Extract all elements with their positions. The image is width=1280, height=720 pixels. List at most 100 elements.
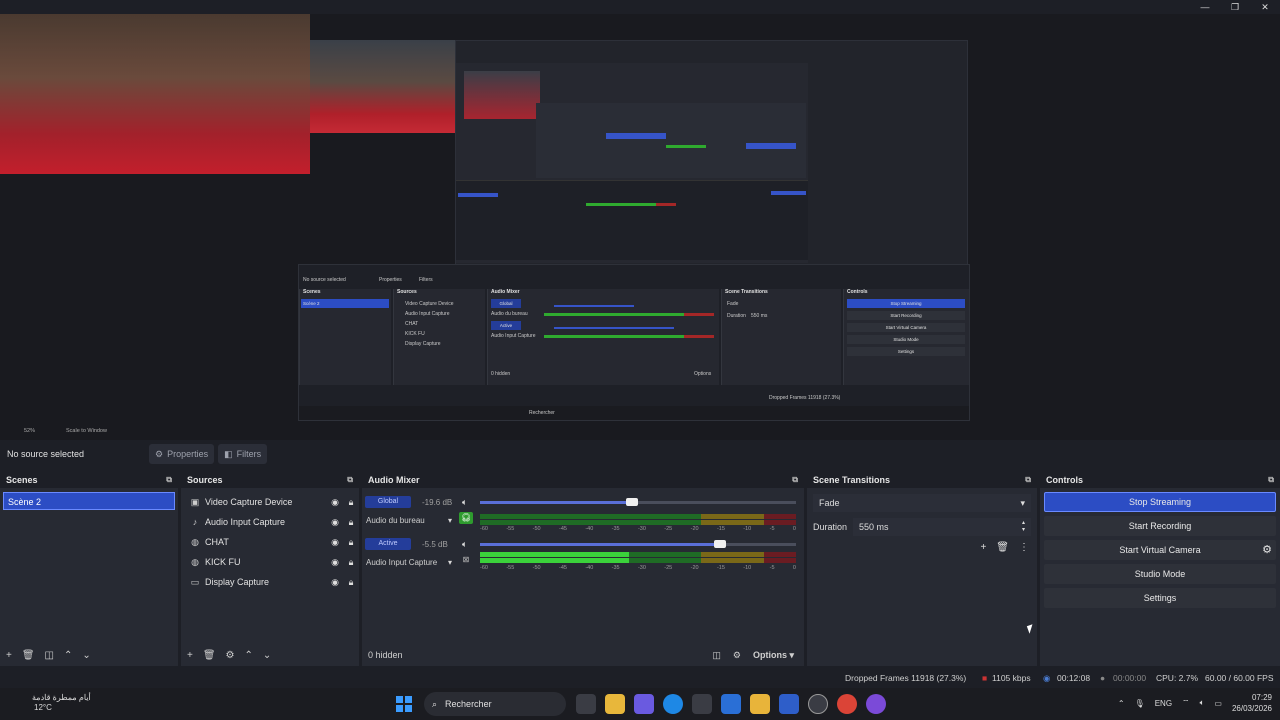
source-row[interactable]: ◍ CHAT ◉ 🔒︎ bbox=[181, 532, 359, 552]
meter-tick: -35 bbox=[611, 526, 620, 532]
move-up-icon[interactable]: ⌃ bbox=[64, 650, 72, 661]
maximize-button[interactable]: ❐ bbox=[1220, 0, 1250, 14]
fps: 60.00 / 60.00 FPS bbox=[1205, 673, 1274, 683]
chrome-icon[interactable] bbox=[837, 694, 857, 714]
start-virtual-camera-button[interactable]: Start Virtual Camera ⚙ bbox=[1044, 540, 1276, 560]
battery-icon[interactable]: ▭ bbox=[1214, 699, 1222, 708]
taskbar-search[interactable]: ⌕ Rechercher bbox=[424, 692, 566, 716]
duration-field: Duration 550 ms ▴ ▾ bbox=[813, 518, 1031, 536]
gear-icon[interactable]: ⚙ bbox=[733, 650, 741, 661]
move-down-icon[interactable]: ⌄ bbox=[263, 650, 271, 661]
more-icon[interactable]: ⋮ bbox=[1019, 542, 1029, 553]
trash-icon[interactable]: 🗑 bbox=[22, 650, 35, 661]
embedded-search: Rechercher bbox=[529, 410, 555, 416]
scale-mode[interactable]: Scale to Window bbox=[66, 428, 107, 434]
trash-icon[interactable]: 🗑 bbox=[996, 542, 1009, 553]
add-icon[interactable]: + bbox=[6, 650, 12, 661]
move-down-icon[interactable]: ⌄ bbox=[82, 650, 90, 661]
filters-button[interactable]: ◧ Filters bbox=[218, 444, 268, 464]
weather-widget[interactable]: أيام ممطرة قادمة 12°C bbox=[14, 693, 91, 713]
scene-transitions-dock: Scene Transitions ⧉ Fade ▾ Duration 550 ms… bbox=[807, 472, 1037, 666]
eye-icon[interactable]: ◉ bbox=[327, 577, 343, 588]
mixer-pill[interactable]: Active bbox=[365, 538, 411, 550]
obs-icon[interactable] bbox=[808, 694, 828, 714]
volume-icon[interactable]: 🔈︎ bbox=[1200, 698, 1205, 708]
eye-icon[interactable]: ◉ bbox=[327, 557, 343, 568]
lock-icon[interactable]: 🔒︎ bbox=[343, 537, 359, 548]
popout-icon[interactable]: ⧉ bbox=[347, 475, 353, 485]
preview-canvas[interactable]: No source selected Properties Filters Sc… bbox=[0, 14, 1280, 440]
eye-icon[interactable]: ◉ bbox=[327, 497, 343, 508]
minimize-button[interactable]: — bbox=[1190, 0, 1220, 14]
embedded-scenes-title: Scenes bbox=[303, 289, 321, 295]
studio-mode-button[interactable]: Studio Mode bbox=[1044, 564, 1276, 584]
settings-button[interactable]: Settings bbox=[1044, 588, 1276, 608]
zoom-level[interactable]: 52% bbox=[24, 428, 35, 434]
meter-tick: -30 bbox=[637, 526, 646, 532]
lock-icon[interactable]: 🔒︎ bbox=[343, 497, 359, 508]
volume-fader[interactable] bbox=[480, 540, 796, 548]
filter-icon[interactable]: ◫ bbox=[45, 650, 54, 661]
duration-label: Duration bbox=[813, 522, 848, 532]
eye-icon[interactable]: ◉ bbox=[327, 537, 343, 548]
duration-input[interactable]: 550 ms ▴ ▾ bbox=[853, 518, 1031, 536]
popout-icon[interactable]: ⧉ bbox=[1268, 475, 1274, 485]
volume-fader[interactable] bbox=[480, 498, 796, 506]
lock-icon[interactable]: 🔒︎ bbox=[343, 517, 359, 528]
embedded-options: Options bbox=[694, 371, 712, 377]
popout-icon[interactable]: ⧉ bbox=[792, 475, 798, 485]
clock[interactable]: 07:29 26/03/2026 bbox=[1232, 692, 1272, 714]
split-icon[interactable]: ◫ bbox=[712, 650, 721, 661]
copilot-icon[interactable] bbox=[634, 694, 654, 714]
lock-icon[interactable]: 🔒︎ bbox=[343, 577, 359, 588]
headphones-icon[interactable]: 🎧︎ bbox=[459, 512, 473, 524]
embedded-hidden: 0 hidden bbox=[491, 371, 511, 377]
move-up-icon[interactable]: ⌃ bbox=[245, 650, 253, 661]
embedded-source: CHAT bbox=[405, 321, 419, 327]
source-row[interactable]: ♪ Audio Input Capture ◉ 🔒︎ bbox=[181, 512, 359, 532]
task-view-icon[interactable] bbox=[576, 694, 596, 714]
trash-icon[interactable]: 🗑 bbox=[203, 650, 216, 661]
meter-tick: -55 bbox=[506, 526, 515, 532]
gear-icon[interactable]: ⚙ bbox=[1262, 543, 1272, 556]
windows-start-icon[interactable] bbox=[396, 696, 412, 712]
close-button[interactable]: ✕ bbox=[1250, 0, 1280, 14]
wifi-icon[interactable]: ⌔ bbox=[1182, 698, 1190, 708]
source-row[interactable]: ▭ Display Capture ◉ 🔒︎ bbox=[181, 572, 359, 592]
options-menu[interactable]: Options ▾ bbox=[753, 650, 794, 661]
file-explorer-icon[interactable] bbox=[605, 694, 625, 714]
source-row[interactable]: ▣ Video Capture Device ◉ 🔒︎ bbox=[181, 492, 359, 512]
dropped-frames: Dropped Frames 11918 (27.3%) bbox=[845, 673, 967, 683]
source-row[interactable]: ◍ KICK FU ◉ 🔒︎ bbox=[181, 552, 359, 572]
scene-item[interactable]: Scène 2 bbox=[3, 492, 175, 510]
speaker-icon[interactable]: 🔈︎ bbox=[462, 497, 467, 508]
outlook-icon[interactable] bbox=[779, 694, 799, 714]
start-recording-button[interactable]: Start Recording bbox=[1044, 516, 1276, 536]
transition-select[interactable]: Fade ▾ bbox=[813, 494, 1031, 512]
embedded-duration-label: Duration bbox=[727, 313, 746, 319]
chevron-down-icon[interactable]: ▾ bbox=[448, 516, 452, 525]
chevron-up-icon[interactable]: ⌃ bbox=[1118, 699, 1125, 708]
language-indicator[interactable]: ENG bbox=[1155, 699, 1172, 708]
add-icon[interactable]: + bbox=[980, 542, 986, 553]
add-icon[interactable]: + bbox=[187, 650, 193, 661]
mixer-pill[interactable]: Global bbox=[365, 496, 411, 508]
popout-icon[interactable]: ⧉ bbox=[166, 475, 172, 485]
headphones-off-icon[interactable]: ⊠ bbox=[459, 554, 473, 566]
microphone-icon[interactable]: 🎙︎ bbox=[1135, 699, 1145, 708]
system-tray: ⌃ 🎙︎ ENG ⌔ 🔈︎ ▭ 07:29 26/03/2026 bbox=[1118, 692, 1272, 714]
lock-icon[interactable]: 🔒︎ bbox=[343, 557, 359, 568]
edge-icon[interactable] bbox=[663, 694, 683, 714]
speaker-icon[interactable]: 🔈︎ bbox=[462, 539, 467, 550]
chevron-down-icon[interactable]: ▾ bbox=[448, 558, 452, 567]
app-icon[interactable] bbox=[866, 694, 886, 714]
gear-icon[interactable]: ⚙ bbox=[226, 650, 235, 661]
spinner-icon[interactable]: ▴ ▾ bbox=[1022, 520, 1025, 534]
popout-icon[interactable]: ⧉ bbox=[1025, 475, 1031, 485]
settings-app-icon[interactable] bbox=[721, 694, 741, 714]
eye-icon[interactable]: ◉ bbox=[327, 517, 343, 528]
store-icon[interactable] bbox=[692, 694, 712, 714]
app-icon[interactable] bbox=[750, 694, 770, 714]
stop-streaming-button[interactable]: Stop Streaming bbox=[1044, 492, 1276, 512]
properties-button[interactable]: ⚙ Properties bbox=[149, 444, 215, 464]
